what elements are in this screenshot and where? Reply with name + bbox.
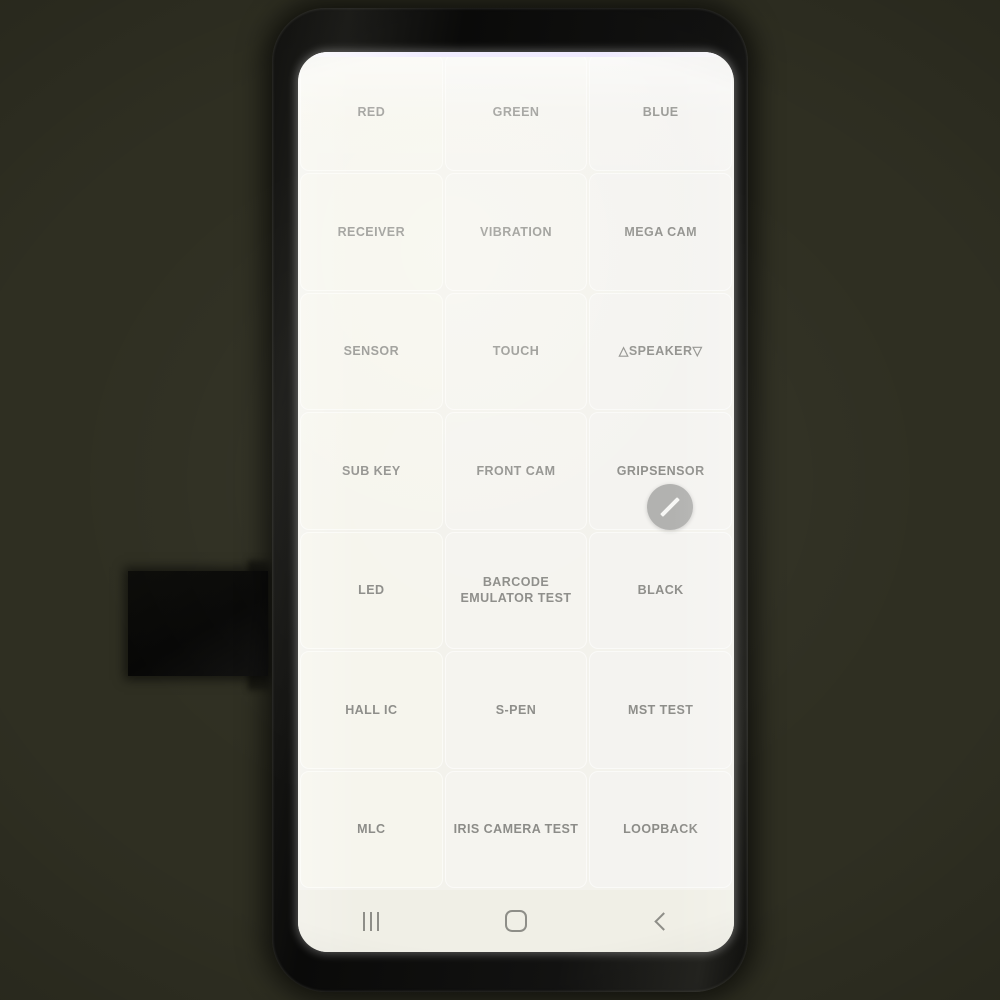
- tile-label: LOOPBACK: [623, 822, 699, 837]
- tile-mlc[interactable]: MLC: [300, 770, 443, 888]
- desk-object: [128, 571, 268, 676]
- tile-label: HALL IC: [345, 702, 398, 717]
- back-chevron-icon: [654, 911, 674, 931]
- tile-touch[interactable]: TOUCH: [444, 292, 588, 411]
- tile-speaker[interactable]: △SPEAKER▽: [589, 292, 732, 411]
- nav-back-button[interactable]: [618, 898, 704, 944]
- tile-label: △SPEAKER▽: [618, 344, 703, 359]
- tile-label: LED: [358, 583, 385, 598]
- floating-stylus-button[interactable]: [647, 484, 693, 530]
- tile-label: S-PEN: [495, 702, 537, 717]
- tile-iris-camera-test[interactable]: IRIS CAMERA TEST: [444, 770, 588, 888]
- tile-green[interactable]: GREEN: [444, 54, 588, 172]
- tile-sensor[interactable]: SENSOR: [300, 292, 443, 411]
- tile-barcode-emulator-test[interactable]: BARCODE EMULATOR TEST: [444, 531, 588, 650]
- tile-label: BLACK: [637, 583, 684, 598]
- tile-label: IRIS CAMERA TEST: [453, 822, 579, 837]
- tile-red[interactable]: RED: [300, 54, 443, 172]
- tile-sub-key[interactable]: SUB KEY: [300, 412, 443, 530]
- tile-vibration[interactable]: VIBRATION: [444, 173, 588, 291]
- tile-label: BARCODE EMULATOR TEST: [460, 574, 572, 606]
- tile-loopback[interactable]: LOOPBACK: [589, 770, 732, 888]
- tile-label: GREEN: [492, 105, 540, 120]
- tile-label: BLUE: [642, 105, 679, 120]
- navigation-bar: [298, 890, 734, 952]
- tile-mega-cam[interactable]: MEGA CAM: [589, 173, 732, 291]
- tile-label: GRIPSENSOR: [616, 463, 705, 478]
- tile-mst-test[interactable]: MST TEST: [589, 651, 732, 769]
- tile-label: FRONT CAM: [476, 463, 556, 478]
- tile-receiver[interactable]: RECEIVER: [300, 173, 443, 291]
- tile-label: SUB KEY: [341, 463, 401, 478]
- tile-front-cam[interactable]: FRONT CAM: [444, 412, 588, 530]
- tile-black[interactable]: BLACK: [589, 531, 732, 650]
- tile-led[interactable]: LED: [300, 531, 443, 650]
- tile-label: RECEIVER: [337, 224, 406, 239]
- stylus-pen-icon: [660, 497, 680, 517]
- photo-scene: RED GREEN BLUE RECEIVER VIBRATION MEGA CAM SEN…: [0, 0, 1000, 1000]
- tile-blue[interactable]: BLUE: [589, 54, 732, 172]
- tile-label: MST TEST: [627, 702, 694, 717]
- tile-hall-ic[interactable]: HALL IC: [300, 651, 443, 769]
- nav-home-button[interactable]: [473, 898, 559, 944]
- tile-s-pen[interactable]: S-PEN: [444, 651, 588, 769]
- tile-label: SENSOR: [343, 344, 400, 359]
- tile-label: MEGA CAM: [624, 224, 697, 239]
- nav-recents-button[interactable]: [328, 898, 414, 944]
- phone-screen: RED GREEN BLUE RECEIVER VIBRATION MEGA CAM SEN…: [298, 52, 734, 952]
- home-icon: [504, 910, 527, 932]
- tile-label: MLC: [357, 822, 386, 837]
- tile-label: TOUCH: [492, 344, 540, 359]
- recent-apps-icon: [362, 911, 379, 931]
- diagnostic-tile-grid: RED GREEN BLUE RECEIVER VIBRATION MEGA CAM SEN…: [298, 52, 734, 890]
- tile-label: VIBRATION: [480, 224, 552, 239]
- tile-label: RED: [357, 105, 386, 120]
